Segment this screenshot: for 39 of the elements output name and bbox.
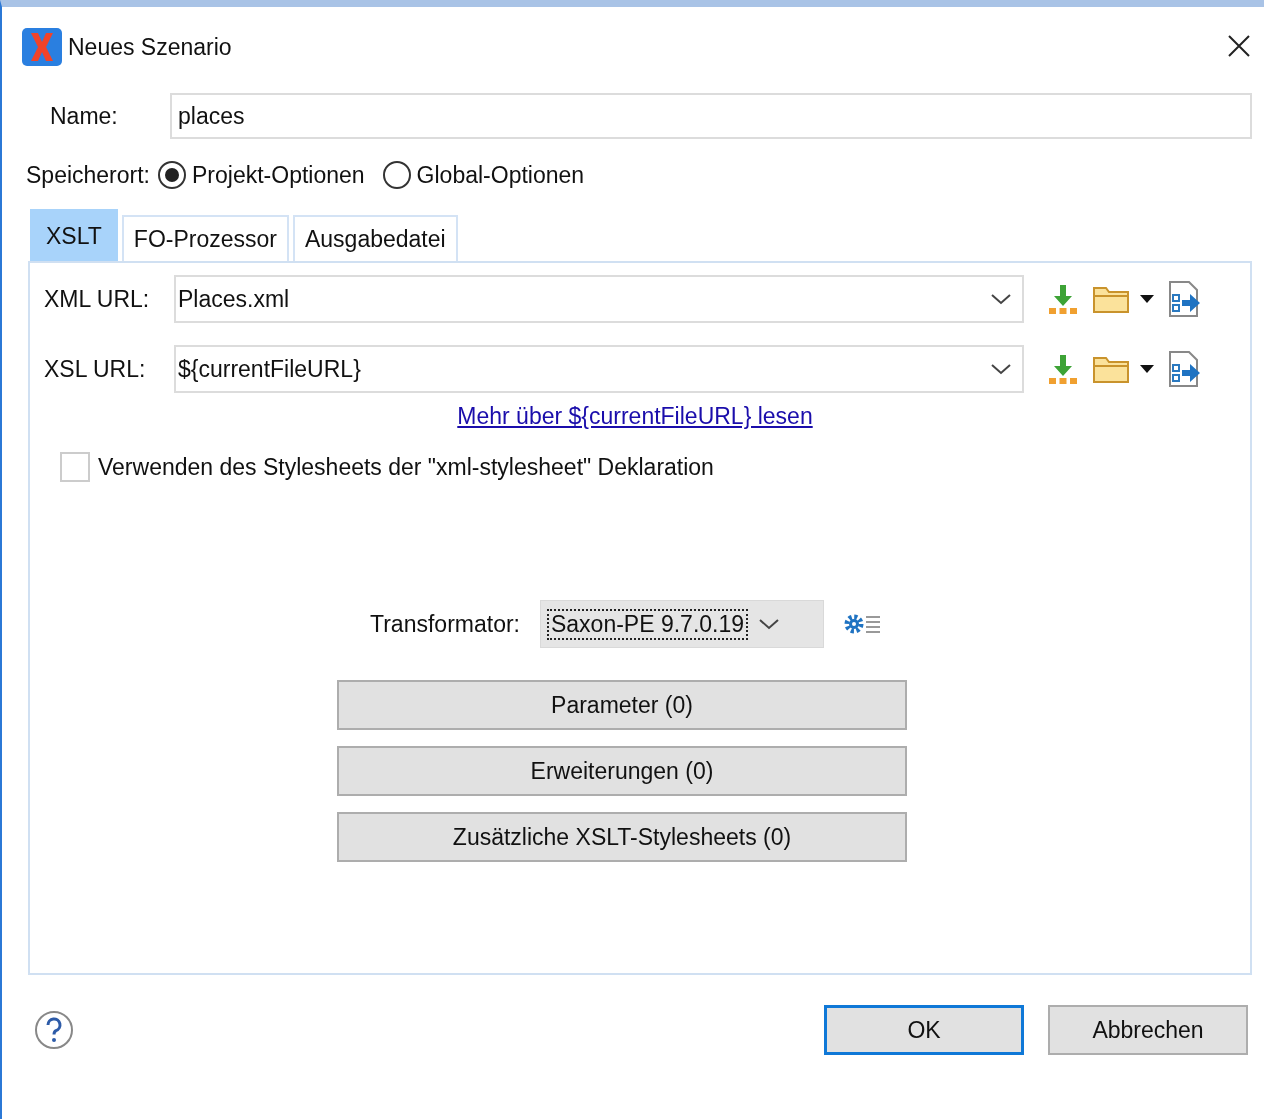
close-icon[interactable] — [1228, 35, 1250, 57]
url-label: XML URL: — [44, 285, 151, 313]
action-button[interactable]: Erweiterungen (0) — [337, 746, 907, 796]
window-title: Neues Szenario — [68, 33, 232, 61]
action-button[interactable]: Zusätzliche XSLT-Stylesheets (0) — [337, 812, 907, 862]
name-field[interactable]: places — [170, 93, 1252, 139]
transformer-dropdown[interactable]: Saxon-PE 9.7.0.19 — [540, 600, 824, 648]
download-icon[interactable] — [1048, 353, 1078, 385]
transformer-label: Transformator: — [370, 610, 520, 638]
location-label: Speicherort: — [26, 161, 150, 189]
radio-label: Global-Optionen — [416, 161, 585, 189]
url-combo-box[interactable]: ${currentFileURL} — [174, 345, 1024, 393]
caret-icon[interactable] — [1140, 365, 1154, 373]
checkbox[interactable] — [60, 452, 90, 482]
caret-icon[interactable] — [1140, 295, 1154, 303]
checkbox-label: Verwenden des Stylesheets der "xml-stylesheet" Deklaration — [98, 453, 714, 481]
tab[interactable]: XSLT — [30, 209, 118, 261]
download-icon[interactable] — [1048, 283, 1078, 315]
action-button[interactable]: Parameter (0) — [337, 680, 907, 730]
url-combo-box[interactable]: Places.xml — [174, 275, 1024, 323]
dialog-button[interactable]: OK — [824, 1005, 1024, 1055]
url-label: XSL URL: — [44, 355, 147, 383]
radio-button[interactable] — [158, 161, 186, 189]
chevron-down-icon[interactable] — [758, 618, 781, 630]
help-icon[interactable] — [34, 1010, 74, 1050]
chevron-down-icon[interactable] — [990, 363, 1012, 375]
radio-button[interactable] — [382, 161, 411, 189]
radio-label: Projekt-Optionen — [192, 161, 365, 189]
tab[interactable]: Ausgabedatei — [292, 215, 458, 261]
help-link[interactable]: Mehr über ${currentFileURL} lesen — [457, 403, 813, 430]
chevron-down-icon[interactable] — [990, 293, 1012, 305]
tab[interactable]: FO-Prozessor — [121, 215, 289, 261]
dialog-button[interactable]: Abbrechen — [1048, 1005, 1248, 1055]
document-arrow-icon[interactable] — [1168, 351, 1202, 387]
folder-icon[interactable] — [1092, 354, 1130, 384]
name-label: Name: — [50, 102, 119, 130]
document-arrow-icon[interactable] — [1168, 281, 1202, 317]
folder-icon[interactable] — [1092, 284, 1130, 314]
app-logo-icon — [22, 28, 62, 66]
